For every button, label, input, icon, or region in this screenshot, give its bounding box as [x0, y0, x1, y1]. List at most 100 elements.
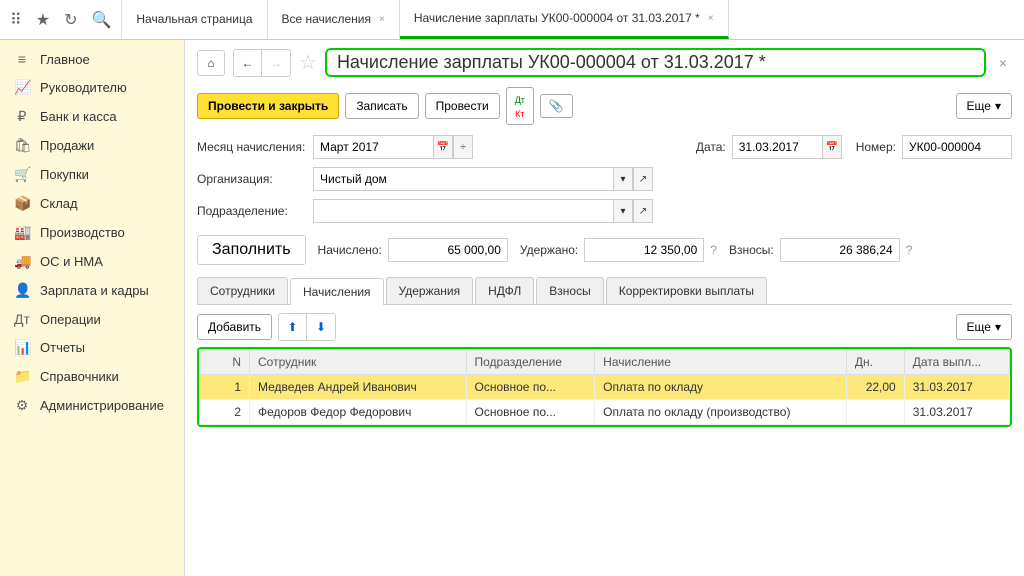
sidebar-item[interactable]: 📈Руководителю	[0, 73, 184, 102]
sidebar-item[interactable]: 🛒Покупки	[0, 160, 184, 189]
close-icon[interactable]: ×	[708, 13, 714, 24]
table-cell[interactable]: Медведев Андрей Иванович	[250, 375, 467, 400]
table-cell[interactable]: Основное по...	[466, 375, 595, 400]
post-button[interactable]: Провести	[425, 93, 500, 119]
sidebar-icon: Дт	[14, 311, 30, 327]
sidebar-item-label: Справочники	[40, 369, 119, 384]
month-field[interactable]	[313, 135, 433, 159]
contrib-field[interactable]	[780, 238, 900, 262]
attach-button[interactable]: 📎	[540, 94, 573, 118]
content-area: ⌂ ← → ☆ Начисление зарплаты УК00-000004 …	[185, 40, 1024, 576]
sidebar-item-label: Операции	[40, 312, 101, 327]
close-doc-icon[interactable]: ×	[994, 55, 1012, 71]
doc-tab[interactable]: Корректировки выплаты	[606, 277, 767, 304]
sidebar-item[interactable]: ≡Главное	[0, 45, 184, 73]
month-step-button[interactable]: ÷	[453, 135, 473, 159]
doc-tab[interactable]: Начисления	[290, 278, 384, 305]
top-tab[interactable]: Начисление зарплаты УК00-000004 от 31.03…	[400, 0, 729, 39]
dept-field[interactable]	[313, 199, 613, 223]
sidebar-icon: 🏭	[14, 224, 30, 241]
month-picker-button[interactable]: 📅	[433, 135, 453, 159]
table-cell[interactable]: Оплата по окладу	[595, 375, 847, 400]
table-row[interactable]: 2Федоров Федор ФедоровичОсновное по...Оп…	[200, 400, 1010, 425]
column-header[interactable]: Начисление	[595, 350, 847, 375]
table-cell[interactable]: 22,00	[846, 375, 904, 400]
org-field[interactable]	[313, 167, 613, 191]
topbar-icon-group: ⠿ ★ ↻ 🔍	[0, 0, 122, 39]
sidebar-icon: 🛍	[14, 137, 30, 154]
chevron-down-icon: ▾	[995, 320, 1001, 334]
sidebar-item[interactable]: ⚙ Администрирование	[0, 391, 184, 420]
history-icon[interactable]: ↻	[64, 10, 77, 30]
sidebar-item[interactable]: 📁Справочники	[0, 362, 184, 391]
back-button[interactable]: ←	[234, 50, 262, 76]
star-icon[interactable]: ★	[36, 10, 50, 30]
column-header[interactable]: Дата выпл...	[904, 350, 1009, 375]
top-tabs: Начальная страницаВсе начисления×Начисле…	[122, 0, 1024, 39]
home-button[interactable]: ⌂	[197, 50, 225, 76]
sidebar-item-label: Покупки	[40, 167, 89, 182]
table-cell[interactable]: 31.03.2017	[904, 400, 1009, 425]
column-header[interactable]: Подразделение	[466, 350, 595, 375]
sidebar-item[interactable]: 🚚ОС и НМА	[0, 247, 184, 276]
sidebar-item-label: Банк и касса	[40, 109, 117, 124]
number-field[interactable]	[902, 135, 1012, 159]
sidebar-item[interactable]: ₽Банк и касса	[0, 102, 184, 131]
table-more-button[interactable]: Еще ▾	[956, 314, 1012, 340]
chevron-down-icon: ▾	[995, 99, 1001, 113]
search-icon[interactable]: 🔍	[91, 10, 111, 30]
fill-button[interactable]: Заполнить	[197, 235, 306, 265]
doc-tab[interactable]: Взносы	[536, 277, 603, 304]
add-row-button[interactable]: Добавить	[197, 314, 272, 340]
help-icon[interactable]: ?	[906, 243, 913, 257]
dept-dropdown-button[interactable]: ▾	[613, 199, 633, 223]
post-and-close-button[interactable]: Провести и закрыть	[197, 93, 339, 119]
doc-tab[interactable]: Удержания	[386, 277, 474, 304]
save-button[interactable]: Записать	[345, 93, 418, 119]
column-header[interactable]: Сотрудник	[250, 350, 467, 375]
sidebar-item[interactable]: 📦Склад	[0, 189, 184, 218]
sidebar-item[interactable]: 🏭Производство	[0, 218, 184, 247]
table-cell[interactable]: Федоров Федор Федорович	[250, 400, 467, 425]
date-field[interactable]	[732, 135, 822, 159]
table-cell[interactable]: Основное по...	[466, 400, 595, 425]
sidebar-item-label: Администрирование	[40, 398, 164, 413]
withheld-field[interactable]	[584, 238, 704, 262]
apps-icon[interactable]: ⠿	[10, 10, 22, 30]
org-open-button[interactable]: ↗	[633, 167, 653, 191]
sidebar-item[interactable]: 👤Зарплата и кадры	[0, 276, 184, 305]
dept-label: Подразделение:	[197, 204, 307, 218]
forward-button[interactable]: →	[262, 50, 290, 76]
sidebar-item[interactable]: 📊Отчеты	[0, 333, 184, 362]
sidebar-icon: ⚙	[14, 397, 30, 414]
more-button[interactable]: Еще ▾	[956, 93, 1012, 119]
doc-tab[interactable]: Сотрудники	[197, 277, 288, 304]
sidebar-item[interactable]: 🛍Продажи	[0, 131, 184, 160]
doc-tab[interactable]: НДФЛ	[475, 277, 534, 304]
number-label: Номер:	[856, 140, 896, 154]
table-cell[interactable]	[846, 400, 904, 425]
favorite-icon[interactable]: ☆	[299, 50, 317, 75]
date-label: Дата:	[696, 140, 726, 154]
move-up-button[interactable]: ⬆	[279, 314, 307, 340]
column-header[interactable]: N	[200, 350, 250, 375]
top-tab[interactable]: Все начисления×	[268, 0, 400, 39]
dept-open-button[interactable]: ↗	[633, 199, 653, 223]
move-down-button[interactable]: ⬇	[307, 314, 335, 340]
contrib-label: Взносы:	[729, 243, 774, 257]
dtkt-button[interactable]: ДтКт	[506, 87, 534, 125]
close-icon[interactable]: ×	[379, 14, 385, 25]
table-cell[interactable]: 1	[200, 375, 250, 400]
sidebar-item[interactable]: Дт Операции	[0, 305, 184, 333]
help-icon[interactable]: ?	[710, 243, 717, 257]
column-header[interactable]: Дн.	[846, 350, 904, 375]
top-tab[interactable]: Начальная страница	[122, 0, 267, 39]
table-cell[interactable]: 31.03.2017	[904, 375, 1009, 400]
table-cell[interactable]: Оплата по окладу (производство)	[595, 400, 847, 425]
accrued-field[interactable]	[388, 238, 508, 262]
org-dropdown-button[interactable]: ▾	[613, 167, 633, 191]
table-row[interactable]: 1Медведев Андрей ИвановичОсновное по...О…	[200, 375, 1010, 400]
sidebar-icon: 🚚	[14, 253, 30, 270]
date-picker-button[interactable]: 📅	[822, 135, 842, 159]
table-cell[interactable]: 2	[200, 400, 250, 425]
